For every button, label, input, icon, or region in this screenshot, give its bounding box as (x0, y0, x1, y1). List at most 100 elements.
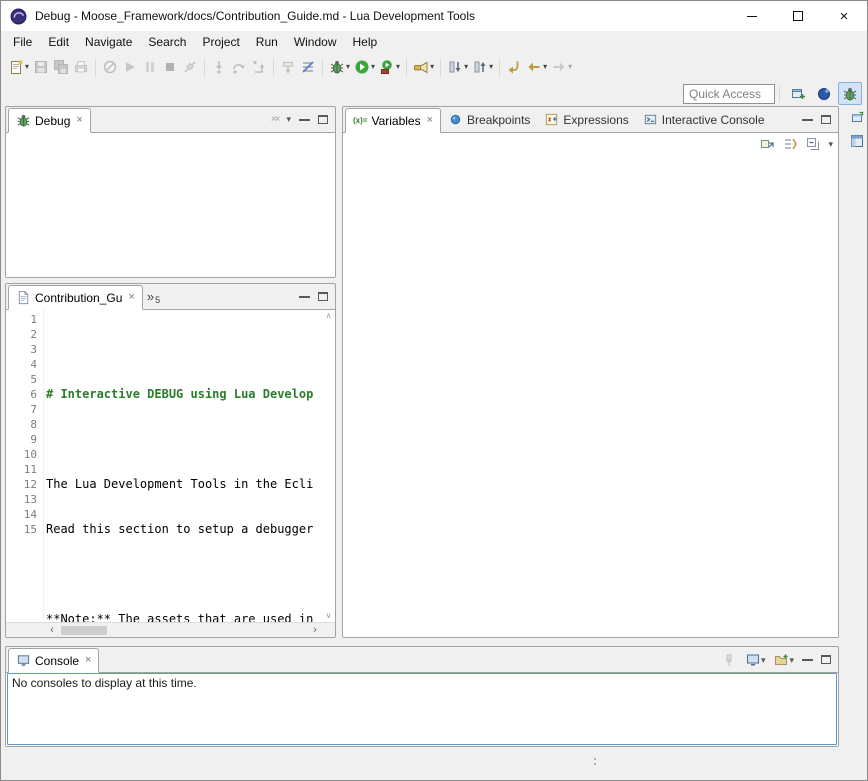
line-number[interactable]: 2 (6, 327, 37, 342)
line-number[interactable]: 12 (6, 477, 37, 492)
maximize-view-icon[interactable] (821, 655, 831, 664)
tab-variables[interactable]: (x)= Variables × (345, 108, 441, 133)
search-button[interactable]: ▾ (411, 56, 436, 78)
tab-interactive-console[interactable]: Interactive Console (636, 107, 772, 132)
show-logical-structures-button[interactable] (782, 136, 798, 152)
view-menu-icon[interactable]: ▾ (828, 140, 833, 149)
lua-perspective-button[interactable] (812, 82, 836, 105)
editor-line[interactable] (46, 567, 322, 582)
line-number[interactable]: 14 (6, 507, 37, 522)
debug-perspective-button[interactable] (838, 82, 862, 105)
quick-access-input[interactable]: Quick Access (683, 84, 775, 104)
dropdown-arrow-icon[interactable]: ▾ (371, 63, 375, 71)
close-button[interactable]: × (821, 1, 867, 31)
line-number[interactable]: 4 (6, 357, 37, 372)
line-number[interactable]: 10 (6, 447, 37, 462)
status-grip[interactable] (594, 758, 597, 768)
line-number[interactable]: 13 (6, 492, 37, 507)
menu-navigate[interactable]: Navigate (77, 31, 140, 53)
editor-vertical-scrollbar[interactable]: ∧ ∨ (322, 310, 335, 622)
tab-contribution-guide[interactable]: Contribution_Gu × (8, 285, 143, 310)
dropdown-arrow-icon[interactable]: ▾ (761, 655, 766, 665)
open-console-button[interactable]: ▾ (773, 652, 794, 668)
line-number[interactable]: 6 (6, 387, 37, 402)
menu-edit[interactable]: Edit (40, 31, 77, 53)
restore-view-button[interactable] (849, 109, 865, 125)
dropdown-arrow-icon[interactable]: ▾ (430, 63, 434, 71)
view-menu-icon[interactable]: ▾ (286, 115, 291, 124)
run-button[interactable]: ▾ (352, 56, 377, 78)
line-number[interactable]: 8 (6, 417, 37, 432)
scrollbar-thumb[interactable] (61, 626, 107, 635)
minimize-view-icon[interactable] (802, 119, 813, 121)
menu-window[interactable]: Window (286, 31, 345, 53)
minimized-view-button[interactable] (849, 133, 865, 149)
line-number-ruler[interactable]: 1 2 3 4 5 6 7 8 9 10 11 12 13 14 15 (6, 310, 44, 622)
minimize-view-icon[interactable] (299, 119, 310, 121)
debug-button[interactable]: ▾ (327, 56, 352, 78)
editor-line[interactable] (46, 432, 322, 447)
editor-line[interactable]: **Note:** The assets that are used in (46, 612, 322, 622)
maximize-view-icon[interactable] (318, 115, 328, 124)
menu-file[interactable]: File (5, 31, 40, 53)
tab-breakpoints[interactable]: Breakpoints (441, 107, 537, 132)
scroll-up-icon[interactable]: ∧ (326, 312, 332, 320)
line-number[interactable]: 7 (6, 402, 37, 417)
dropdown-arrow-icon[interactable]: ▾ (396, 63, 400, 71)
dropdown-arrow-icon[interactable]: ▾ (489, 63, 493, 71)
use-step-filters-button[interactable] (298, 56, 318, 78)
show-type-names-button[interactable] (759, 136, 775, 152)
editor-text-area[interactable]: # Interactive DEBUG using Lua Develop Th… (44, 310, 322, 622)
line-number[interactable]: 1 (6, 312, 37, 327)
tab-console[interactable]: Console × (8, 648, 99, 673)
app-icon (10, 8, 27, 25)
display-selected-console-button[interactable]: ▾ (745, 652, 766, 668)
tab-debug[interactable]: Debug × (8, 108, 91, 133)
maximize-button[interactable] (775, 1, 821, 31)
editor-line[interactable] (46, 342, 322, 357)
back-button[interactable]: ▾ (524, 56, 549, 78)
external-tools-button[interactable]: ▾ (377, 56, 402, 78)
dropdown-arrow-icon[interactable]: ▾ (789, 655, 794, 665)
scroll-left-icon[interactable]: ‹ (45, 625, 59, 636)
next-annotation-button[interactable]: ▾ (445, 56, 470, 78)
close-tab-icon[interactable]: × (85, 655, 91, 666)
line-number[interactable]: 9 (6, 432, 37, 447)
dropdown-arrow-icon[interactable]: ▾ (346, 63, 350, 71)
menu-help[interactable]: Help (345, 31, 386, 53)
editor-line[interactable]: The Lua Development Tools in the Ecli (46, 477, 322, 492)
console-message-area[interactable]: No consoles to display at this time. (7, 673, 837, 745)
dropdown-arrow-icon[interactable]: ▾ (464, 63, 468, 71)
line-number[interactable]: 11 (6, 462, 37, 477)
tab-overflow-chevron[interactable]: » 5 (143, 284, 164, 309)
minimize-view-icon[interactable] (299, 296, 310, 298)
maximize-view-icon[interactable] (318, 292, 328, 301)
line-number[interactable]: 3 (6, 342, 37, 357)
maximize-view-icon[interactable] (821, 115, 831, 124)
last-edit-location-button[interactable] (504, 56, 524, 78)
scroll-down-icon[interactable]: ∨ (326, 612, 332, 620)
dropdown-arrow-icon[interactable]: ▾ (25, 63, 29, 71)
new-button[interactable]: ▾ (6, 56, 31, 78)
tab-expressions[interactable]: Expressions (537, 107, 635, 132)
menu-search[interactable]: Search (140, 31, 194, 53)
close-tab-icon[interactable]: × (427, 115, 433, 126)
line-number[interactable]: 5 (6, 372, 37, 387)
line-number[interactable]: 15 (6, 522, 37, 537)
close-tab-icon[interactable]: × (76, 115, 82, 126)
editor-line[interactable]: # Interactive DEBUG using Lua Develop (46, 387, 322, 402)
dropdown-arrow-icon[interactable]: ▾ (543, 63, 547, 71)
open-perspective-button[interactable] (786, 82, 810, 105)
minimize-view-icon[interactable] (802, 659, 813, 661)
editor-line[interactable]: Read this section to setup a debugger (46, 522, 322, 537)
scroll-right-icon[interactable]: › (308, 625, 322, 636)
menu-project[interactable]: Project (194, 31, 247, 53)
previous-annotation-button[interactable]: ▾ (470, 56, 495, 78)
minimize-button[interactable] (729, 1, 775, 31)
debug-view-tabbar: Debug × ×× ▾ (6, 107, 335, 133)
menu-run[interactable]: Run (248, 31, 286, 53)
tab-label: Expressions (563, 113, 628, 127)
editor-horizontal-scrollbar[interactable]: ‹ › (45, 623, 322, 637)
collapse-all-button[interactable] (805, 136, 821, 152)
close-tab-icon[interactable]: × (128, 292, 134, 303)
